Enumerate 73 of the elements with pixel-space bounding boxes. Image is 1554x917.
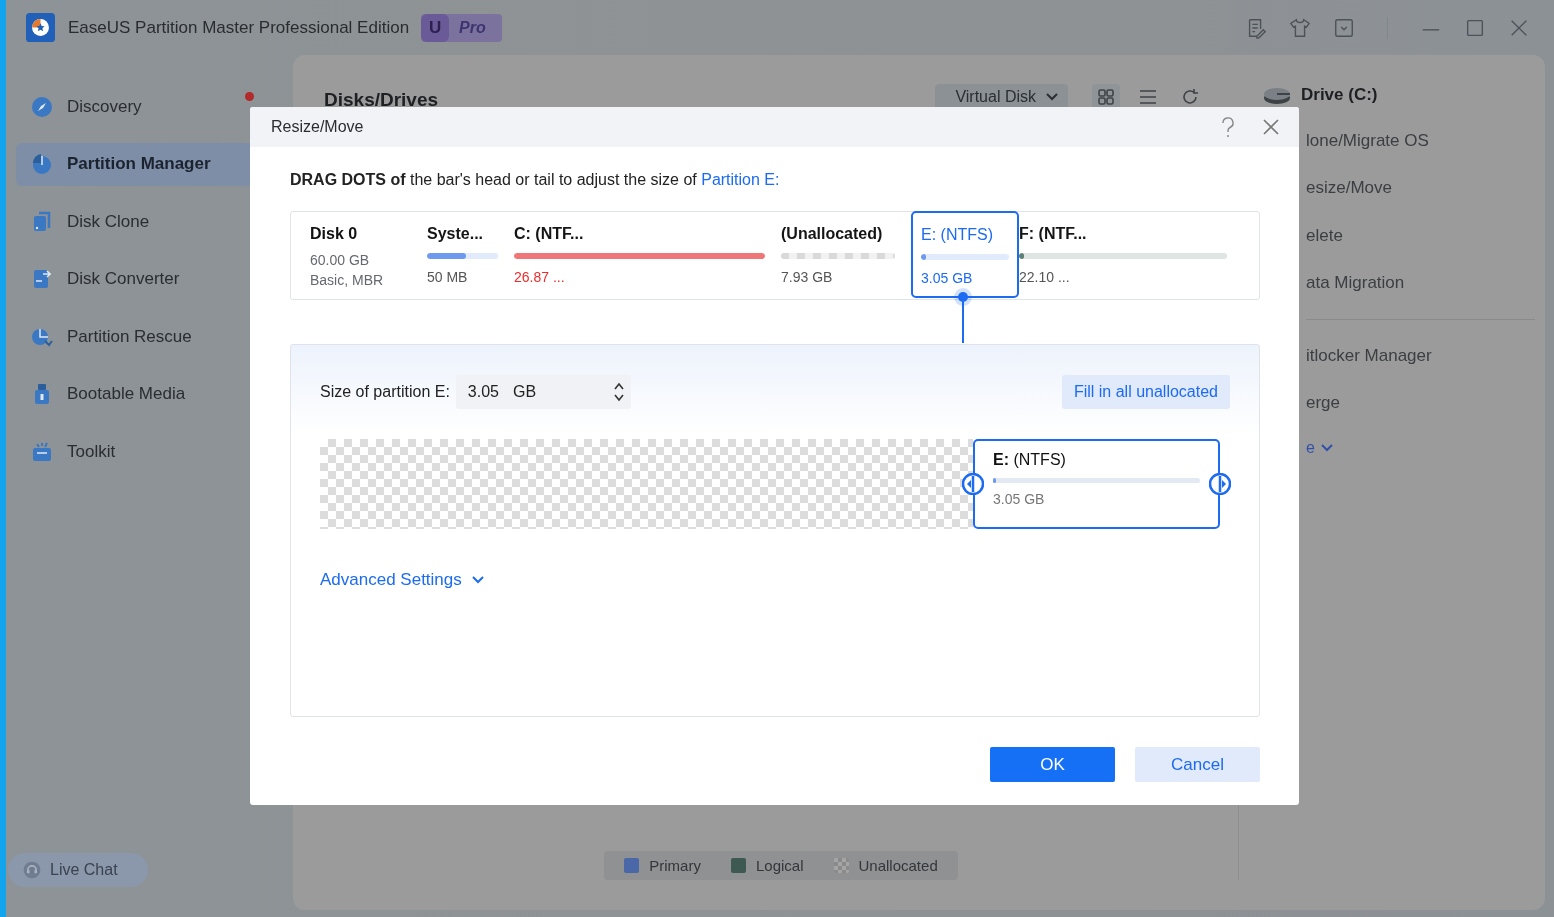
legend-label: Logical bbox=[755, 857, 804, 874]
dialog-title: Resize/Move bbox=[271, 118, 364, 136]
section-heading: Disks/Drives bbox=[324, 88, 439, 111]
grid-view-button[interactable] bbox=[1092, 84, 1120, 110]
sidebar-item[interactable]: Discovery bbox=[16, 85, 256, 128]
partition-block[interactable]: E: (NTFS) 3.05 GB bbox=[973, 439, 1220, 529]
compass-icon bbox=[30, 94, 54, 119]
drive-action[interactable]: erge bbox=[1306, 379, 1535, 427]
partition-label: F: (NTF... bbox=[1019, 225, 1088, 244]
list-icon bbox=[1139, 88, 1157, 106]
disk-type: Basic, MBR bbox=[310, 271, 385, 290]
badge-label: Pro bbox=[459, 18, 486, 37]
partition-item[interactable]: (Unallocated) 7.93 GB bbox=[781, 225, 911, 302]
partition-block-label: E: (NTFS) bbox=[993, 451, 1067, 469]
partition-item[interactable]: Syste... 50 MB bbox=[427, 225, 514, 302]
pie-chart-icon bbox=[30, 152, 54, 176]
app-title: EaseUS Partition Master Professional Edition bbox=[68, 17, 410, 38]
more-link[interactable]: e bbox=[1263, 439, 1535, 457]
drive-title: Drive (C:) bbox=[1301, 85, 1378, 105]
badge-letter: U bbox=[421, 13, 450, 42]
virtual-disk-dropdown[interactable]: Virtual Disk bbox=[935, 84, 1068, 110]
partition-link[interactable]: Partition E: bbox=[701, 171, 780, 188]
partition-size: 50 MB bbox=[427, 269, 469, 285]
instruction-text: DRAG DOTS of the bar's head or tail to adjust the size of Partition E: bbox=[290, 171, 781, 189]
size-spinbox[interactable]: 3.05 GB bbox=[455, 375, 631, 409]
partition-label: (Unallocated) bbox=[781, 225, 884, 244]
drive-action[interactable]: elete bbox=[1306, 212, 1535, 260]
partition-label: C: (NTF... bbox=[514, 225, 585, 244]
close-icon[interactable] bbox=[1263, 119, 1279, 135]
sidebar-item[interactable]: Toolkit bbox=[16, 430, 256, 473]
disk-name: Disk 0 bbox=[310, 224, 359, 244]
sidebar-item[interactable]: Partition Rescue bbox=[16, 315, 256, 358]
partition-size: 22.10 ... bbox=[1019, 269, 1071, 285]
legend-label: Unallocated bbox=[858, 857, 938, 874]
ok-button[interactable]: OK bbox=[990, 747, 1115, 782]
live-chat-button[interactable]: Live Chat bbox=[8, 853, 148, 887]
partition-item[interactable]: E: (NTFS) 3.05 GB bbox=[911, 211, 1019, 298]
partition-label: Syste... bbox=[427, 225, 485, 244]
partition-size: 7.93 GB bbox=[781, 269, 834, 285]
headset-icon bbox=[22, 860, 42, 880]
caret-icon bbox=[1046, 93, 1058, 101]
help-icon[interactable] bbox=[1221, 117, 1235, 137]
spin-arrows-icon bbox=[612, 381, 625, 403]
partition-item[interactable]: C: (NTF... 26.87 ... bbox=[514, 225, 781, 302]
drive-action[interactable]: esize/Move bbox=[1306, 164, 1535, 212]
chevron-down-icon bbox=[471, 576, 484, 584]
drive-action[interactable]: ata Migration bbox=[1306, 259, 1535, 307]
fill-unallocated-button[interactable]: Fill in all unallocated bbox=[1061, 375, 1230, 409]
drive-action[interactable]: itlocker Manager bbox=[1306, 332, 1535, 380]
advanced-settings-link[interactable]: Advanced Settings bbox=[320, 570, 484, 590]
drive-icon bbox=[1263, 85, 1291, 105]
partition-label: E: (NTFS) bbox=[921, 226, 994, 245]
legend-swatch bbox=[833, 858, 849, 873]
chevron-down-icon bbox=[1320, 444, 1333, 452]
resize-handle[interactable] bbox=[1209, 473, 1231, 495]
partition-size: 26.87 ... bbox=[514, 269, 566, 285]
partition-size: 3.05 GB bbox=[921, 270, 974, 286]
disk-size: 60.00 GB bbox=[310, 251, 371, 270]
sidebar-item[interactable]: Disk Clone bbox=[16, 200, 256, 243]
app-logo-icon bbox=[26, 13, 55, 42]
drive-action[interactable]: lone/Migrate OS bbox=[1306, 117, 1535, 165]
partition-block-size: 3.05 GB bbox=[993, 491, 1046, 507]
cancel-button[interactable]: Cancel bbox=[1135, 747, 1260, 782]
sidebar-item[interactable]: Disk Converter bbox=[16, 257, 256, 301]
size-label: Size of partition E: bbox=[320, 383, 450, 401]
grid-icon bbox=[1097, 88, 1115, 106]
dropdown-box-icon[interactable] bbox=[1333, 16, 1355, 39]
refresh-icon bbox=[1181, 88, 1199, 106]
legend-label: Primary bbox=[649, 857, 701, 874]
sidebar-item[interactable]: Bootable Media bbox=[16, 372, 256, 416]
shirt-icon[interactable] bbox=[1289, 16, 1311, 39]
connector-line bbox=[953, 287, 973, 343]
partition-item[interactable]: F: (NTF... 22.10 ... bbox=[1019, 225, 1243, 302]
